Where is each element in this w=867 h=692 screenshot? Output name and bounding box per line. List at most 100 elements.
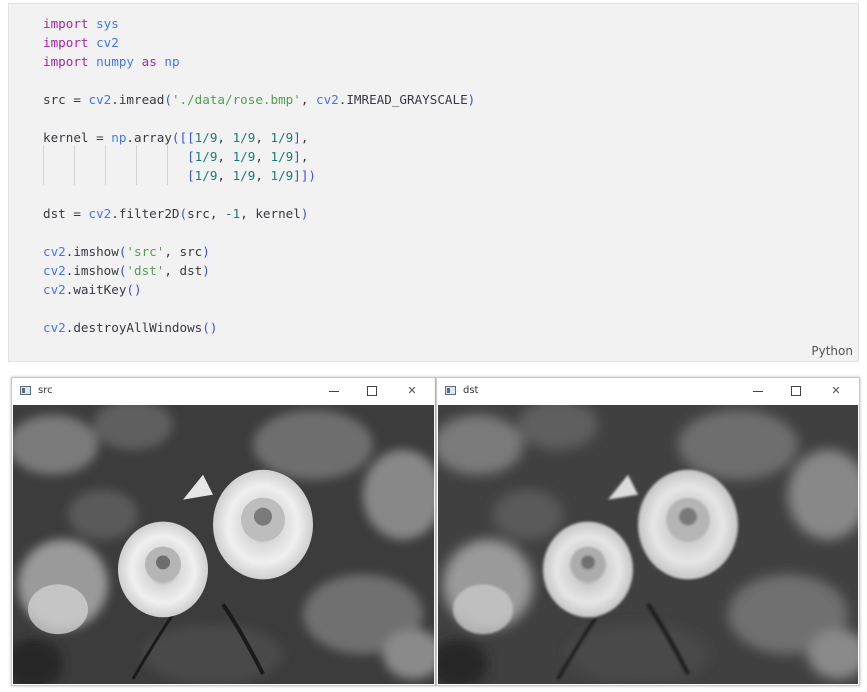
code-token: ( — [179, 206, 188, 221]
indent-guide — [105, 145, 106, 166]
code-token: ) — [202, 244, 210, 259]
code-token: , — [217, 168, 233, 183]
code-token: 1/9 — [270, 168, 294, 183]
close-icon: ✕ — [407, 384, 417, 397]
code-token: () — [126, 282, 142, 297]
code-token: .waitKey — [65, 282, 127, 297]
code-token: [ — [187, 149, 195, 164]
dst-window-titlebar[interactable]: dst ✕ — [437, 378, 859, 405]
code-token: .array — [126, 130, 172, 145]
maximize-icon — [367, 386, 377, 396]
code-line: import sys — [43, 14, 475, 33]
code-token: ) — [467, 92, 476, 107]
code-token: 1/9 — [194, 168, 218, 183]
code-token: import — [43, 16, 89, 31]
language-label: Python — [811, 344, 853, 358]
code-token: ([[ — [171, 130, 195, 145]
code-token: ( — [164, 92, 172, 107]
code-token: .imshow — [65, 244, 119, 259]
minimize-icon — [753, 390, 763, 392]
code-line: src = cv2.imread('./data/rose.bmp', cv2.… — [43, 90, 475, 109]
code-token: cv2 — [43, 244, 66, 259]
code-block: import sys import cv2 import numpy as np sr… — [8, 3, 859, 362]
indent-guide — [136, 164, 137, 185]
dst-window-title: dst — [463, 385, 479, 396]
code-token: . — [111, 92, 119, 107]
code-token: imread — [118, 92, 165, 107]
code-token: [ — [187, 168, 195, 183]
src-window[interactable]: src ✕ — [11, 377, 436, 686]
code-token: () — [202, 320, 218, 335]
code-token: .destroyAllWindows — [65, 320, 203, 335]
code-token: numpy — [96, 54, 135, 69]
dst-window[interactable]: dst ✕ — [436, 377, 860, 686]
code-line: cv2.waitKey() — [43, 280, 475, 299]
code-token: './data/rose.bmp' — [171, 92, 301, 107]
code-content: import sys import cv2 import numpy as np sr… — [43, 14, 475, 337]
code-token: 1/9 — [194, 149, 218, 164]
code-token: ) — [300, 206, 309, 221]
code-line: import cv2 — [43, 33, 475, 52]
code-token: src = — [43, 92, 89, 107]
code-token: cv2 — [96, 35, 119, 50]
indent-guide — [167, 164, 168, 185]
code-token: np — [164, 54, 180, 69]
minimize-icon — [329, 390, 339, 392]
code-token: 1/9 — [194, 130, 218, 145]
code-token: ] — [293, 130, 301, 145]
maximize-button[interactable] — [357, 381, 387, 401]
code-token: ) — [202, 263, 210, 278]
code-token: import — [43, 35, 89, 50]
code-token: kernel = — [43, 130, 112, 145]
maximize-icon — [791, 386, 801, 396]
code-token: sys — [96, 16, 119, 31]
maximize-button[interactable] — [781, 381, 811, 401]
code-line: kernel = np.array([[1/9, 1/9, 1/9], — [43, 128, 475, 147]
minimize-button[interactable] — [319, 381, 349, 401]
window-app-icon — [20, 386, 31, 395]
code-token: 1/9 — [232, 130, 256, 145]
code-line: [1/9, 1/9, 1/9], — [43, 145, 475, 166]
indent-guide — [136, 145, 137, 166]
code-line: import numpy as np — [43, 52, 475, 71]
code-token: , src — [164, 244, 203, 259]
indent-guide — [167, 145, 168, 166]
code-token: 1/9 — [232, 149, 256, 164]
src-window-title: src — [38, 385, 53, 396]
code-token: cv2 — [43, 263, 66, 278]
indent-guide — [43, 164, 44, 185]
code-token: 'dst' — [126, 263, 165, 278]
code-token: , — [300, 92, 317, 107]
indent-guide — [43, 145, 44, 166]
code-token: src, — [187, 206, 226, 221]
code-line: [1/9, 1/9, 1/9]]) — [43, 164, 475, 185]
code-token: cv2 — [43, 282, 66, 297]
src-window-titlebar[interactable]: src ✕ — [12, 378, 435, 405]
code-token: , dst — [164, 263, 203, 278]
code-line: dst = cv2.filter2D(src, -1, kernel) — [43, 204, 475, 223]
close-button[interactable]: ✕ — [397, 381, 427, 401]
indent-guide — [74, 145, 75, 166]
code-token: 1/9 — [270, 149, 294, 164]
code-line: cv2.imshow('dst', dst) — [43, 261, 475, 280]
code-token: .IMREAD_GRAYSCALE — [338, 92, 468, 107]
code-token: cv2 — [88, 92, 112, 107]
code-token: 'src' — [126, 244, 165, 259]
minimize-button[interactable] — [743, 381, 773, 401]
code-token: import — [43, 54, 89, 69]
close-button[interactable]: ✕ — [821, 381, 851, 401]
code-line: cv2.destroyAllWindows() — [43, 318, 475, 337]
code-token: 1/9 — [270, 130, 294, 145]
indent-guide — [105, 164, 106, 185]
code-token: cv2 — [316, 92, 339, 107]
code-token: ] — [293, 149, 301, 164]
code-token: dst = — [43, 206, 89, 221]
